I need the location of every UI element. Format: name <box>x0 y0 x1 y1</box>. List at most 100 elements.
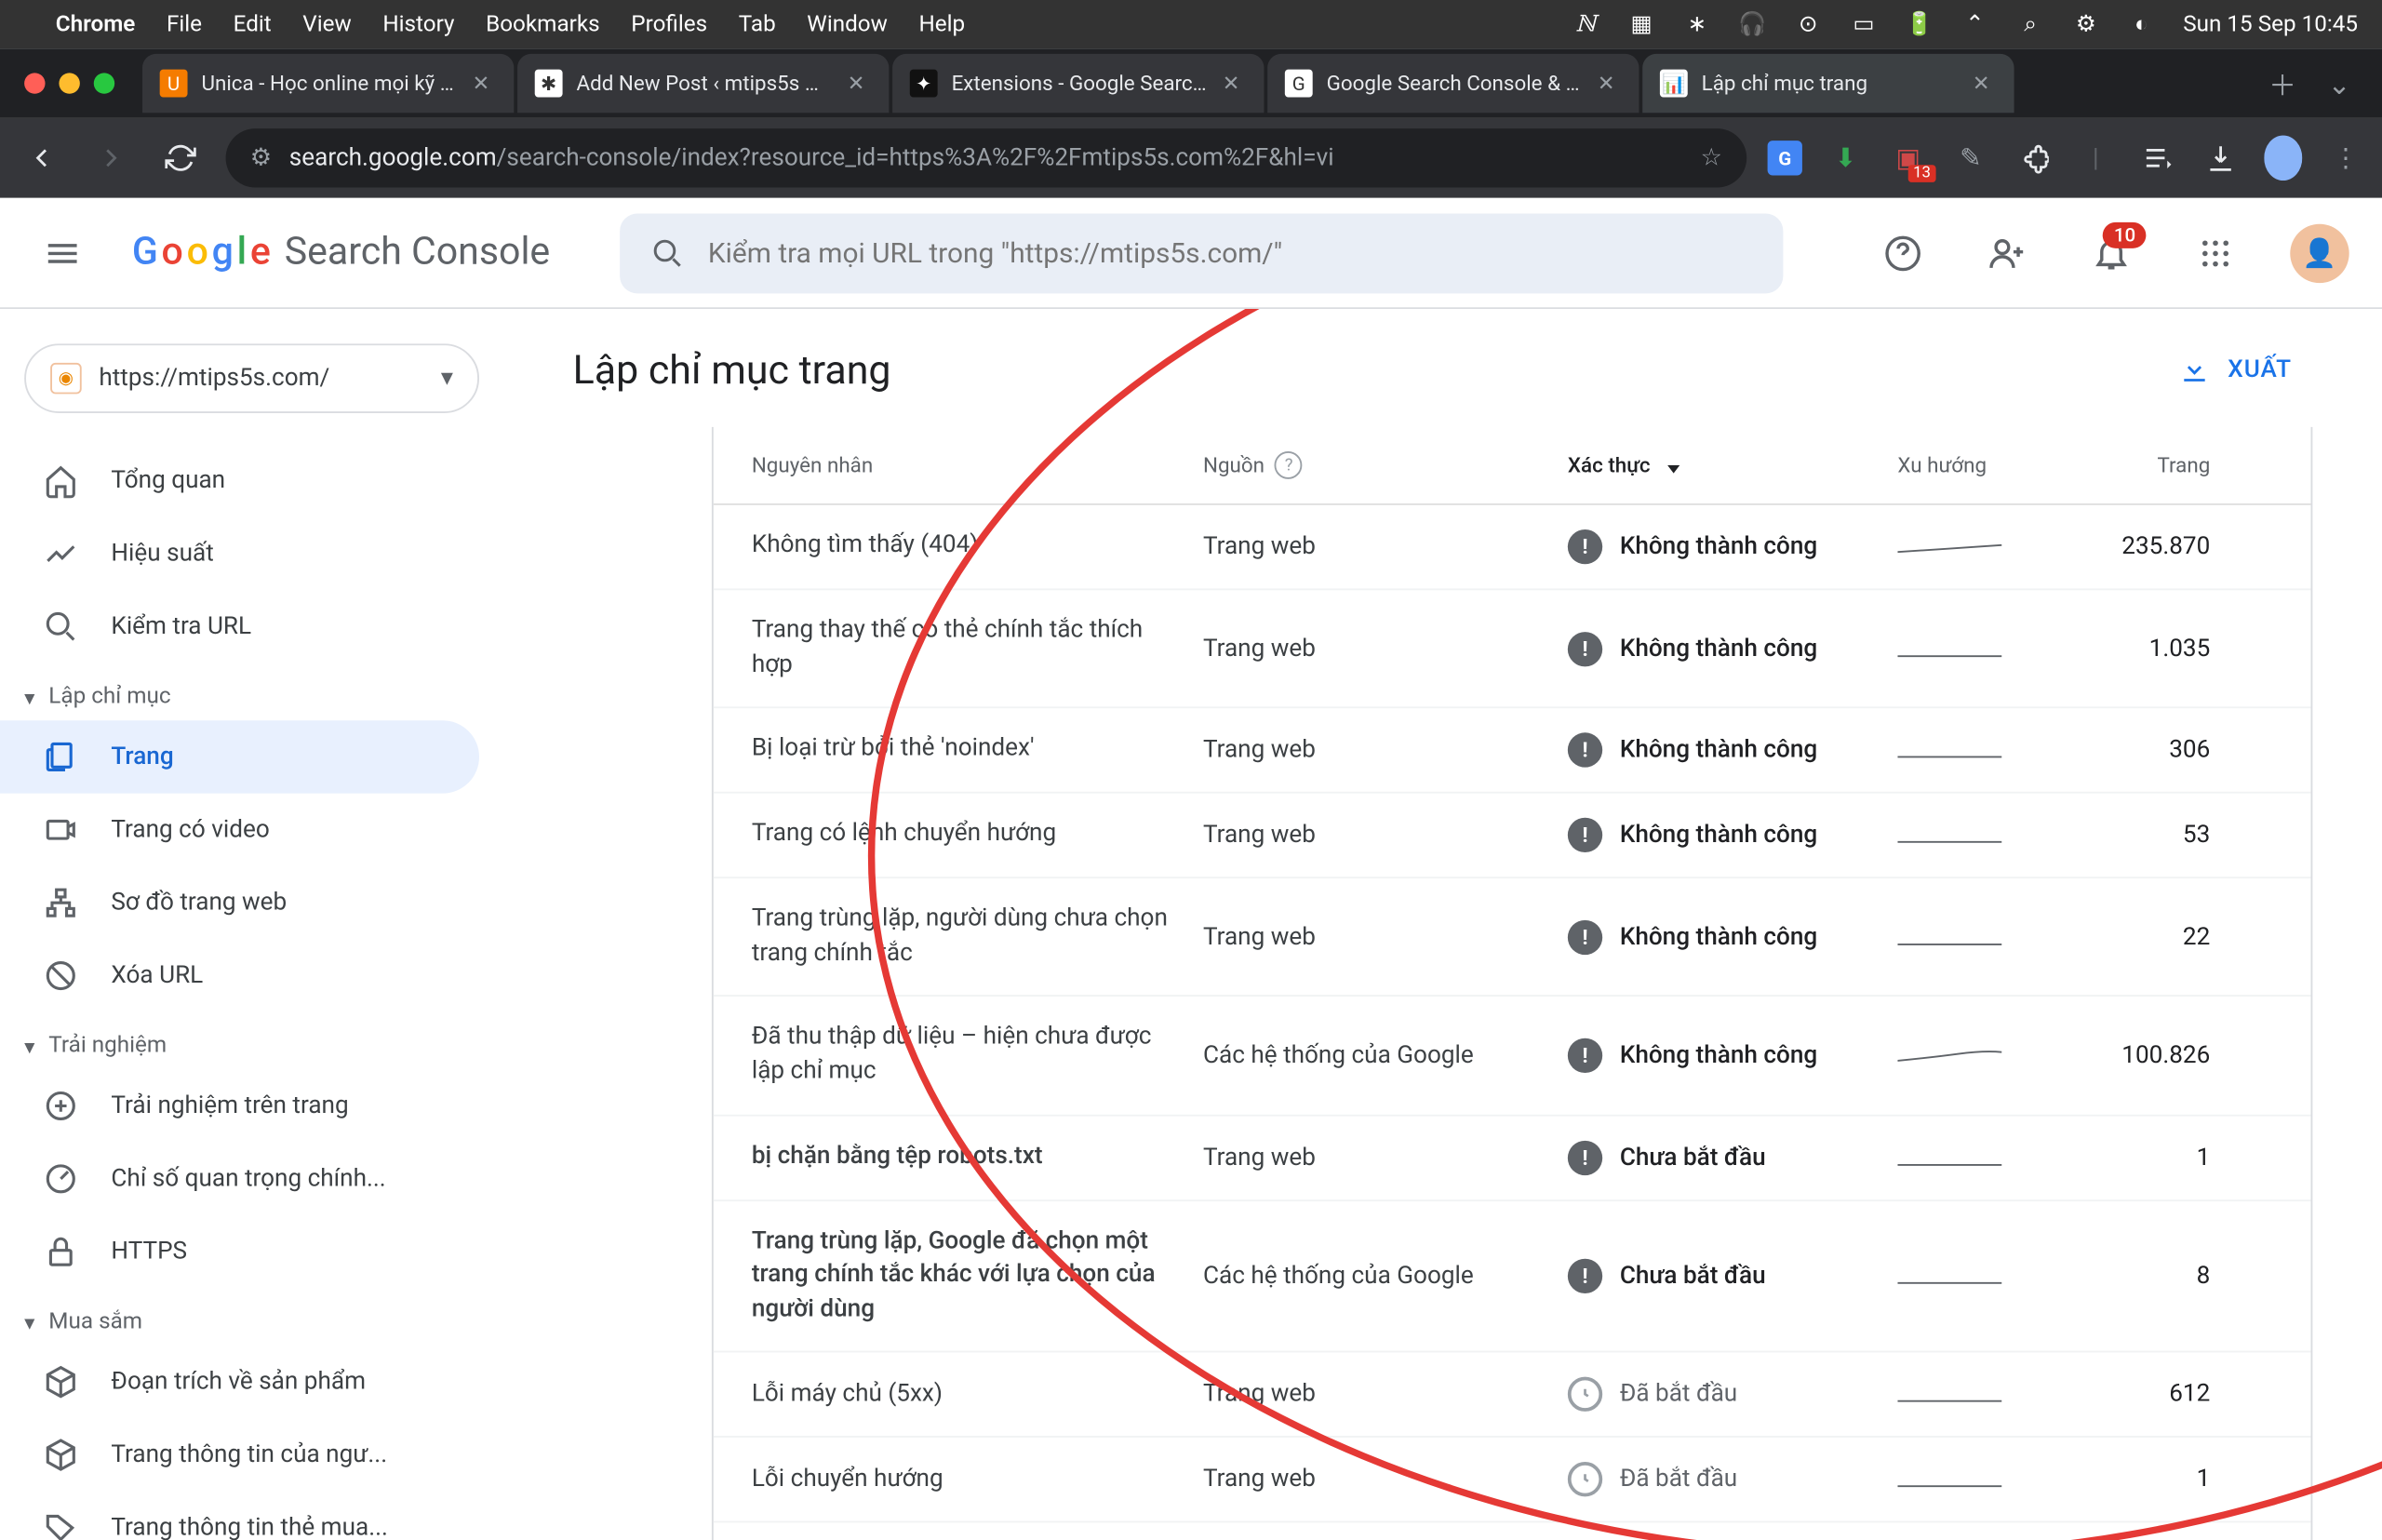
play-icon[interactable]: ⊙ <box>1794 10 1822 38</box>
sidebar-item-shopping-tab[interactable]: Trang thông tin thẻ mua... <box>0 1492 479 1540</box>
google-apps-button[interactable] <box>2181 218 2251 288</box>
window-controls[interactable] <box>24 73 114 93</box>
new-tab-button[interactable]: ＋ <box>2258 59 2307 107</box>
account-avatar[interactable]: 👤 <box>2285 218 2355 288</box>
back-button[interactable] <box>18 134 66 182</box>
menu-bookmarks[interactable]: Bookmarks <box>486 11 600 37</box>
table-row[interactable]: Bị loại trừ bởi thẻ 'noindex' Trang web … <box>714 709 2311 794</box>
site-settings-icon[interactable]: ⚙ <box>250 144 272 172</box>
notion-icon[interactable]: ℕ <box>1572 10 1599 38</box>
table-row[interactable]: Lỗi chuyển hướng Trang web Đã bắt đầu 1 <box>714 1439 2311 1523</box>
forward-button[interactable] <box>87 134 135 182</box>
maximize-window-icon[interactable] <box>94 73 114 93</box>
url-inspect-input[interactable] <box>708 236 1752 269</box>
help-icon[interactable]: ? <box>1275 451 1303 479</box>
table-row[interactable]: Trang thay thế có thẻ chính tắc thích hợ… <box>714 590 2311 708</box>
table-row[interactable]: Trang có lệnh chuyển hướng Trang web !Kh… <box>714 794 2311 878</box>
sidebar-item-product-snippets[interactable]: Đoạn trích về sản phẩm <box>0 1346 479 1418</box>
table-row[interactable]: Trang trùng lặp, Google đã chọn một tran… <box>714 1200 2311 1353</box>
close-tab-icon[interactable]: ✕ <box>1973 72 1997 96</box>
siri-icon[interactable]: ◐ <box>2128 10 2156 38</box>
sidebar-item-https[interactable]: HTTPS <box>0 1215 479 1288</box>
table-row[interactable]: bị chặn bằng tệp robots.txt Trang web !C… <box>714 1116 2311 1200</box>
browser-tab[interactable]: ✦Extensions - Google Search C✕ <box>892 54 1264 113</box>
sidebar-item-core-web-vitals[interactable]: Chỉ số quan trọng chính... <box>0 1143 479 1215</box>
table-row[interactable]: Trang trùng lặp, người dùng chưa chọn tr… <box>714 879 2311 998</box>
table-row[interactable]: Không tìm thấy (404) Trang web !Không th… <box>714 505 2311 590</box>
bookmark-star-icon[interactable]: ☆ <box>1701 144 1722 172</box>
menu-window[interactable]: Window <box>807 11 888 37</box>
macos-app-name[interactable]: Chrome <box>56 11 136 37</box>
menu-view[interactable]: View <box>302 11 351 37</box>
clock-icon <box>1568 1463 1602 1497</box>
profile-avatar[interactable] <box>2264 139 2302 177</box>
source-cell: Trang web <box>1203 533 1568 561</box>
close-tab-icon[interactable]: ✕ <box>473 72 497 96</box>
menu-tab[interactable]: Tab <box>739 11 776 37</box>
menu-toggle-button[interactable] <box>28 218 98 288</box>
dock-icon[interactable]: ▭ <box>1850 10 1878 38</box>
spotlight-icon[interactable]: ⌕ <box>2016 10 2044 38</box>
battery-icon[interactable]: 🔋 <box>1906 10 1934 38</box>
trend-cell <box>1898 1467 2020 1492</box>
sidebar-group-shopping[interactable]: ▾ Mua sắm <box>0 1289 503 1346</box>
notifications-button[interactable]: 10 <box>2077 218 2147 288</box>
tabs-overflow-icon[interactable]: ⌄ <box>2310 67 2368 100</box>
property-selector[interactable]: ◉ https://mtips5s.com/ ▾ <box>24 343 479 413</box>
gsc-logo[interactable]: Google Search Console <box>132 231 550 275</box>
sidebar-item-merchant-listings[interactable]: Trang thông tin của ngư... <box>0 1419 479 1492</box>
menu-file[interactable]: File <box>167 11 202 37</box>
validation-cell: !Không thành công <box>1568 818 1898 852</box>
close-tab-icon[interactable]: ✕ <box>1223 72 1247 96</box>
address-bar[interactable]: ⚙ search.google.com/search-console/index… <box>226 128 1747 187</box>
reason-cell: Không tìm thấy (404) <box>752 530 1203 565</box>
sidebar-item-sitemaps[interactable]: Sơ đồ trang web <box>0 866 479 939</box>
close-window-icon[interactable] <box>24 73 45 93</box>
close-tab-icon[interactable]: ✕ <box>1598 72 1622 96</box>
translate-icon[interactable]: G <box>1768 141 1802 175</box>
pen-icon[interactable]: ✎ <box>1951 139 1989 177</box>
headphones-icon[interactable]: 🎧 <box>1739 10 1767 38</box>
export-button[interactable]: XUẤT <box>2159 341 2313 399</box>
reason-cell: Lỗi máy chủ (5xx) <box>752 1378 1203 1413</box>
sidebar-item-performance[interactable]: Hiệu suất <box>0 517 479 590</box>
reload-button[interactable] <box>156 134 205 182</box>
download-icon[interactable]: ⬇ <box>1827 139 1865 177</box>
pages-cell: 612 <box>2019 1381 2210 1409</box>
close-tab-icon[interactable]: ✕ <box>848 72 872 96</box>
table-row[interactable]: Đã thu thập dữ liệu – hiện chưa được lập… <box>714 998 2311 1116</box>
minimize-window-icon[interactable] <box>59 73 79 93</box>
table-row[interactable]: Lỗi máy chủ (5xx) Trang web Đã bắt đầu 6… <box>714 1353 2311 1438</box>
clock[interactable]: Sun 15 Sep 10:45 <box>2183 11 2358 37</box>
menu-history[interactable]: History <box>382 11 454 37</box>
downloads-icon[interactable] <box>2201 139 2240 177</box>
reading-list-icon[interactable] <box>2139 139 2177 177</box>
error-icon: ! <box>1568 1259 1602 1293</box>
sidebar-item-removals[interactable]: Xóa URL <box>0 940 479 1012</box>
sidebar-group-experience[interactable]: ▾ Trải nghiệm <box>0 1012 503 1070</box>
control-center-icon[interactable]: ⚙ <box>2072 10 2100 38</box>
sidebar-item-pages[interactable]: Trang <box>0 720 479 793</box>
sidebar-item-url-inspect[interactable]: Kiểm tra URL <box>0 590 479 663</box>
browser-tab[interactable]: ✱Add New Post ‹ mtips5s — W✕ <box>517 54 889 113</box>
chrome-menu-icon[interactable]: ⋮ <box>2326 139 2364 177</box>
browser-tab[interactable]: GGoogle Search Console & Bin✕ <box>1267 54 1639 113</box>
bluetooth-icon[interactable]: ∗ <box>1683 10 1711 38</box>
display-icon[interactable]: ▦ <box>1627 10 1655 38</box>
sidebar-item-video-pages[interactable]: Trang có video <box>0 794 479 866</box>
users-settings-button[interactable] <box>1973 218 2042 288</box>
url-inspect-search[interactable] <box>620 213 1783 293</box>
menu-help[interactable]: Help <box>918 11 965 37</box>
sidebar-item-page-experience[interactable]: Trải nghiệm trên trang <box>0 1069 479 1142</box>
menu-edit[interactable]: Edit <box>234 11 272 37</box>
sidebar-item-overview[interactable]: Tổng quan <box>0 445 479 517</box>
browser-tab[interactable]: UUnica - Học online mọi kỹ năn✕ <box>142 54 514 113</box>
extension-icon[interactable]: ▣ 13 <box>1889 139 1927 177</box>
th-validation[interactable]: Xác thực <box>1568 453 1898 477</box>
wifi-icon[interactable]: ⌃ <box>1960 10 1988 38</box>
help-button[interactable] <box>1868 218 1938 288</box>
browser-tab[interactable]: 📊Lập chỉ mục trang✕ <box>1642 54 2014 113</box>
menu-profiles[interactable]: Profiles <box>631 11 707 37</box>
sidebar-group-indexing[interactable]: ▾ Lập chỉ mục <box>0 663 503 721</box>
extensions-puzzle-icon[interactable] <box>2014 139 2053 177</box>
